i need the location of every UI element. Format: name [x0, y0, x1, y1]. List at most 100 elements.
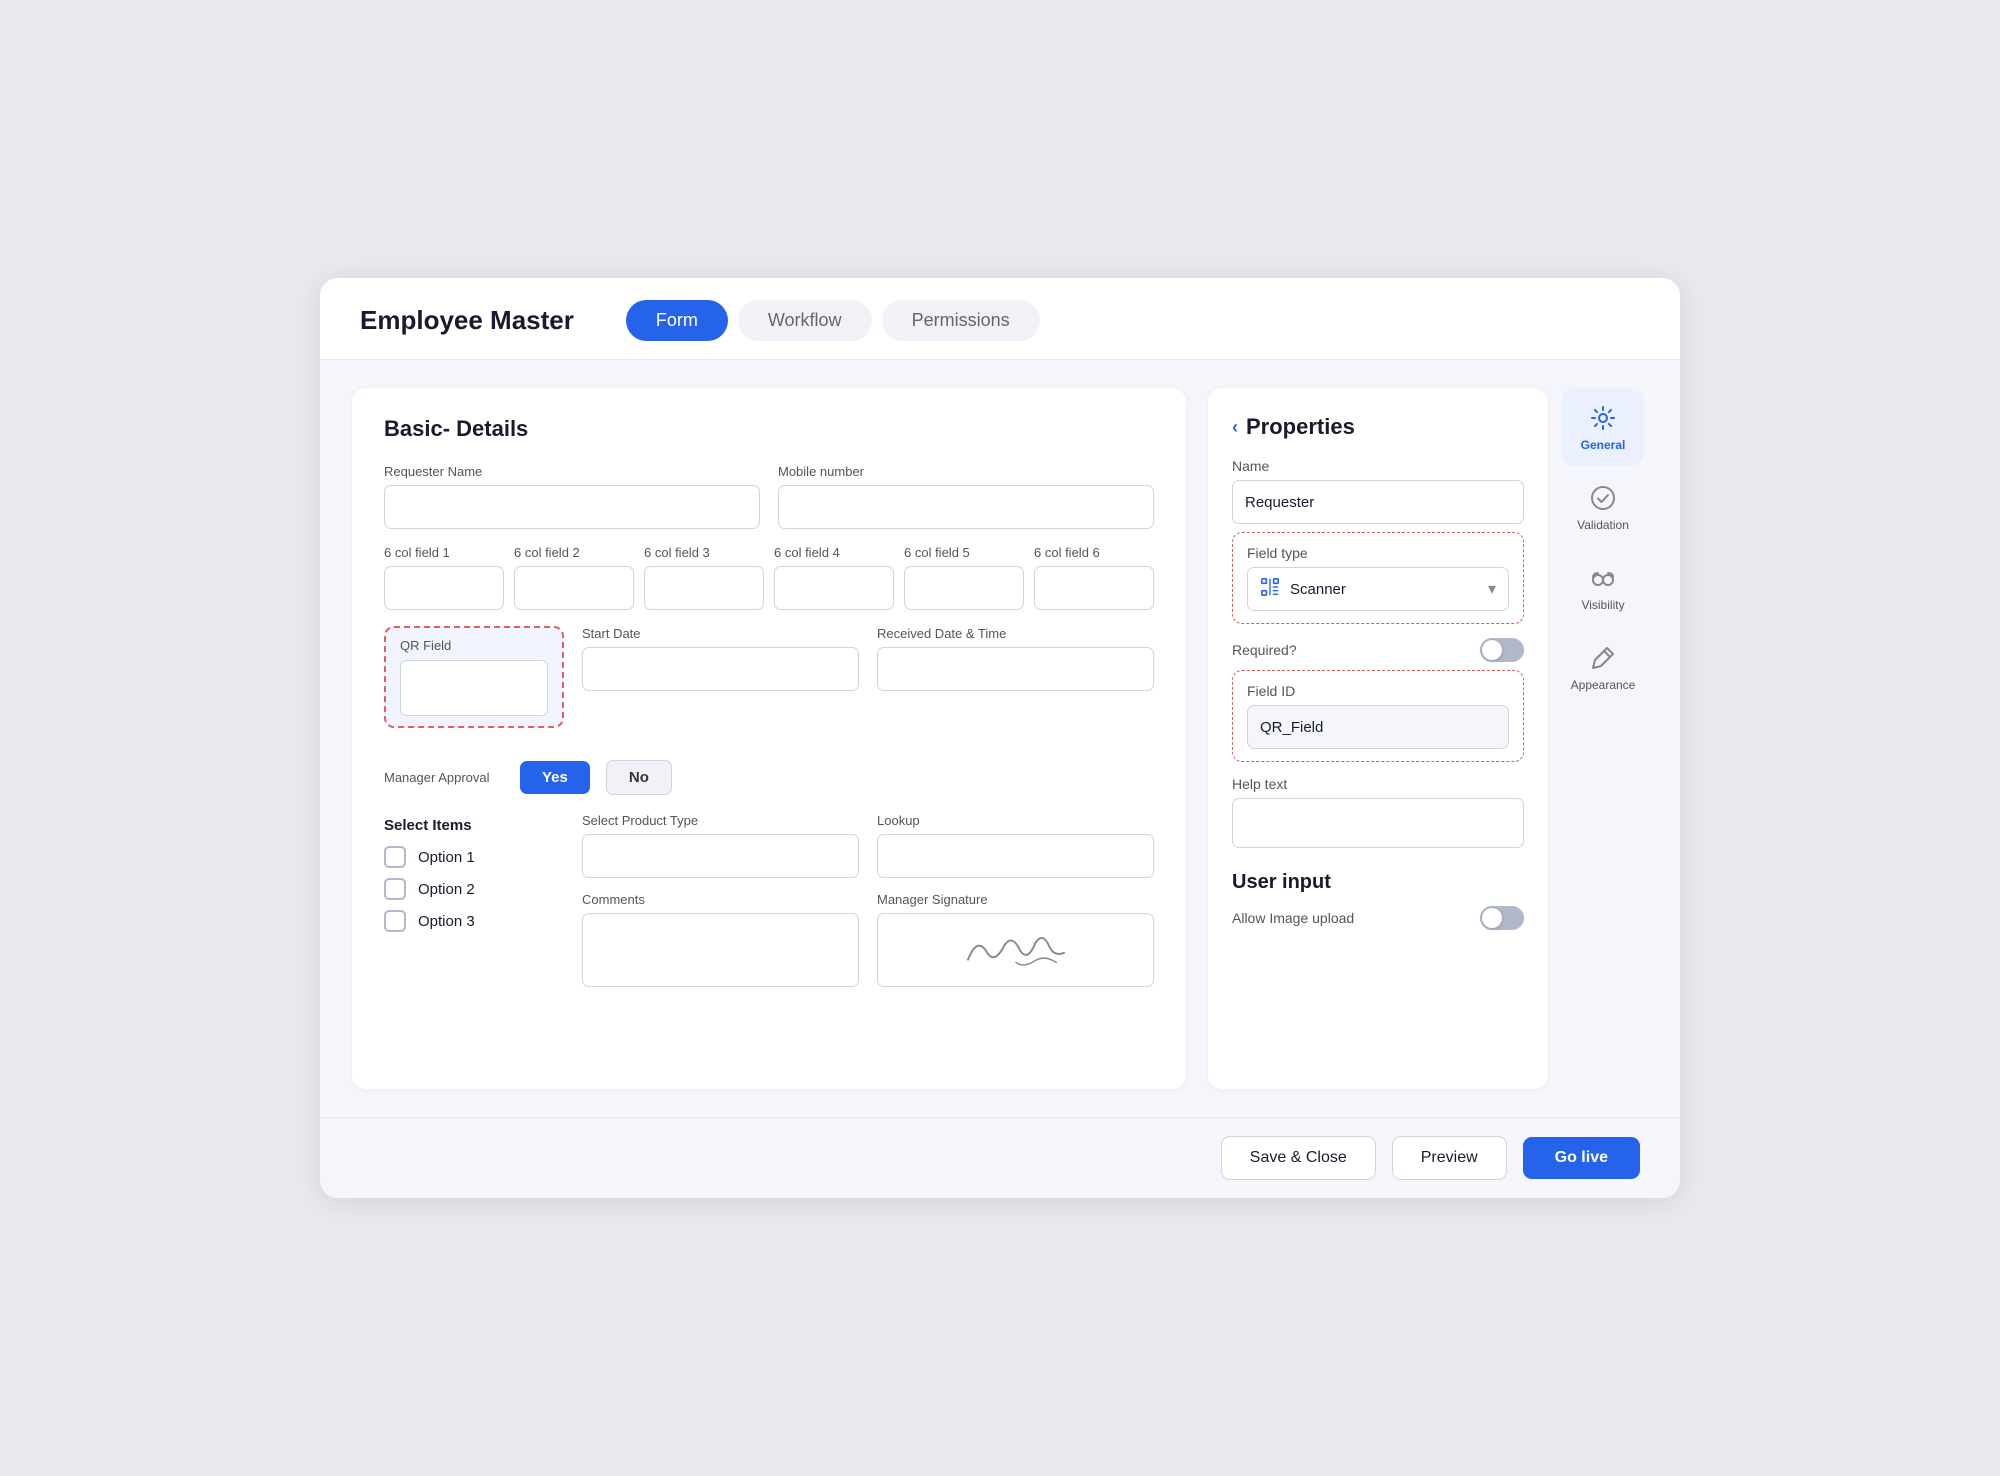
mobile-label: Mobile number: [778, 464, 1154, 479]
scanner-icon: [1260, 577, 1280, 602]
tab-workflow[interactable]: Workflow: [738, 300, 872, 341]
six-col-input-4[interactable]: [774, 566, 894, 610]
checkbox-label-1: Option 1: [418, 849, 475, 866]
required-row: Required?: [1232, 638, 1524, 662]
six-col-input-3[interactable]: [644, 566, 764, 610]
field-type-value: Scanner: [1290, 581, 1346, 598]
field-type-dashed-box: Field type: [1232, 532, 1524, 624]
select-product-col: Select Product Type Comments: [582, 813, 859, 987]
start-date-input[interactable]: [582, 647, 859, 691]
form-section: Basic- Details Requester Name Mobile num…: [352, 388, 1186, 1089]
field-id-dashed-box: Field ID: [1232, 670, 1524, 762]
checkbox-label-3: Option 3: [418, 913, 475, 930]
save-close-button[interactable]: Save & Close: [1221, 1136, 1376, 1180]
six-col-input-5[interactable]: [904, 566, 1024, 610]
checkbox-option-1: Option 1: [384, 846, 564, 868]
lookup-input[interactable]: [877, 834, 1154, 878]
checkbox-box-3[interactable]: [384, 910, 406, 932]
check-circle-icon: [1589, 484, 1617, 512]
section-title: Basic- Details: [384, 416, 1154, 442]
signature-box: [877, 913, 1154, 987]
name-input[interactable]: [1232, 480, 1524, 524]
six-col-label-3: 6 col field 3: [644, 545, 764, 560]
lookup-col: Lookup Manager Signature: [877, 813, 1154, 987]
help-text-input[interactable]: [1232, 798, 1524, 848]
allow-image-toggle[interactable]: [1480, 906, 1524, 930]
bottom-form-row: Select Items Option 1 Option 2 Option 3: [384, 813, 1154, 987]
six-col-input-2[interactable]: [514, 566, 634, 610]
lookup-label: Lookup: [877, 813, 1154, 828]
sidebar-validation-label: Validation: [1577, 518, 1629, 532]
select-product-label: Select Product Type: [582, 813, 859, 828]
six-col-input-6[interactable]: [1034, 566, 1154, 610]
sidebar-general-label: General: [1581, 438, 1626, 452]
checkbox-box-1[interactable]: [384, 846, 406, 868]
field-type-label: Field type: [1247, 545, 1509, 561]
sidebar-item-validation[interactable]: Validation: [1562, 468, 1644, 546]
dropdown-arrow-icon: ▾: [1488, 579, 1496, 599]
main-content: Basic- Details Requester Name Mobile num…: [320, 360, 1680, 1117]
sidebar-item-general[interactable]: General: [1562, 388, 1644, 466]
six-col-1: 6 col field 1: [384, 545, 504, 610]
tab-group: Form Workflow Permissions: [626, 300, 1040, 341]
no-button[interactable]: No: [606, 760, 672, 795]
yes-button[interactable]: Yes: [520, 761, 590, 794]
go-live-button[interactable]: Go live: [1523, 1137, 1640, 1179]
right-sidebar: General Validation Visibility: [1558, 388, 1648, 1089]
requester-label: Requester Name: [384, 464, 760, 479]
six-col-label-2: 6 col field 2: [514, 545, 634, 560]
sidebar-appearance-label: Appearance: [1571, 678, 1636, 692]
toggle-knob: [1482, 640, 1502, 660]
requester-input[interactable]: [384, 485, 760, 529]
brush-icon: [1589, 644, 1617, 672]
manager-approval-row: Manager Approval Yes No: [384, 760, 1154, 795]
field-id-input: [1247, 705, 1509, 749]
tab-permissions[interactable]: Permissions: [882, 300, 1040, 341]
footer: Save & Close Preview Go live: [320, 1117, 1680, 1198]
tab-form[interactable]: Form: [626, 300, 728, 341]
field-type-dropdown[interactable]: Scanner ▾: [1247, 567, 1509, 611]
checkbox-option-3: Option 3: [384, 910, 564, 932]
allow-image-row: Allow Image upload: [1232, 906, 1524, 930]
field-id-label: Field ID: [1247, 683, 1509, 699]
sidebar-item-appearance[interactable]: Appearance: [1562, 628, 1644, 706]
props-title: Properties: [1246, 414, 1355, 440]
mobile-input[interactable]: [778, 485, 1154, 529]
field-type-left: Scanner: [1260, 577, 1346, 602]
signature-svg: [956, 926, 1076, 974]
six-col-label-5: 6 col field 5: [904, 545, 1024, 560]
six-col-label-1: 6 col field 1: [384, 545, 504, 560]
select-items-section: Select Items Option 1 Option 2 Option 3: [384, 817, 564, 942]
allow-image-label: Allow Image upload: [1232, 910, 1354, 926]
checkbox-box-2[interactable]: [384, 878, 406, 900]
required-toggle[interactable]: [1480, 638, 1524, 662]
qr-field-input[interactable]: [400, 660, 548, 716]
six-col-input-1[interactable]: [384, 566, 504, 610]
six-col-4: 6 col field 4: [774, 545, 894, 610]
properties-card: ‹ Properties Name Field type: [1208, 388, 1548, 1089]
properties-panel: ‹ Properties Name Field type: [1208, 388, 1548, 1089]
glasses-icon: [1589, 564, 1617, 592]
qr-field-label: QR Field: [400, 638, 548, 653]
select-items-title: Select Items: [384, 817, 564, 834]
received-date-input[interactable]: [877, 647, 1154, 691]
allow-image-toggle-knob: [1482, 908, 1502, 928]
six-col-row: 6 col field 1 6 col field 2 6 col field …: [384, 545, 1154, 610]
qr-field-wrapper: QR Field: [384, 626, 564, 728]
back-arrow-icon[interactable]: ‹: [1232, 417, 1238, 438]
checkbox-option-2: Option 2: [384, 878, 564, 900]
checkbox-label-2: Option 2: [418, 881, 475, 898]
required-label: Required?: [1232, 642, 1297, 658]
six-col-3: 6 col field 3: [644, 545, 764, 610]
mobile-col: Mobile number: [778, 464, 1154, 529]
sidebar-item-visibility[interactable]: Visibility: [1562, 548, 1644, 626]
select-product-input[interactable]: [582, 834, 859, 878]
start-date-label: Start Date: [582, 626, 859, 641]
six-col-5: 6 col field 5: [904, 545, 1024, 610]
gear-icon: [1589, 404, 1617, 432]
start-date-col: Start Date: [582, 626, 859, 691]
preview-button[interactable]: Preview: [1392, 1136, 1507, 1180]
comments-input[interactable]: [582, 913, 859, 987]
six-col-label-4: 6 col field 4: [774, 545, 894, 560]
manager-approval-label: Manager Approval: [384, 770, 504, 785]
